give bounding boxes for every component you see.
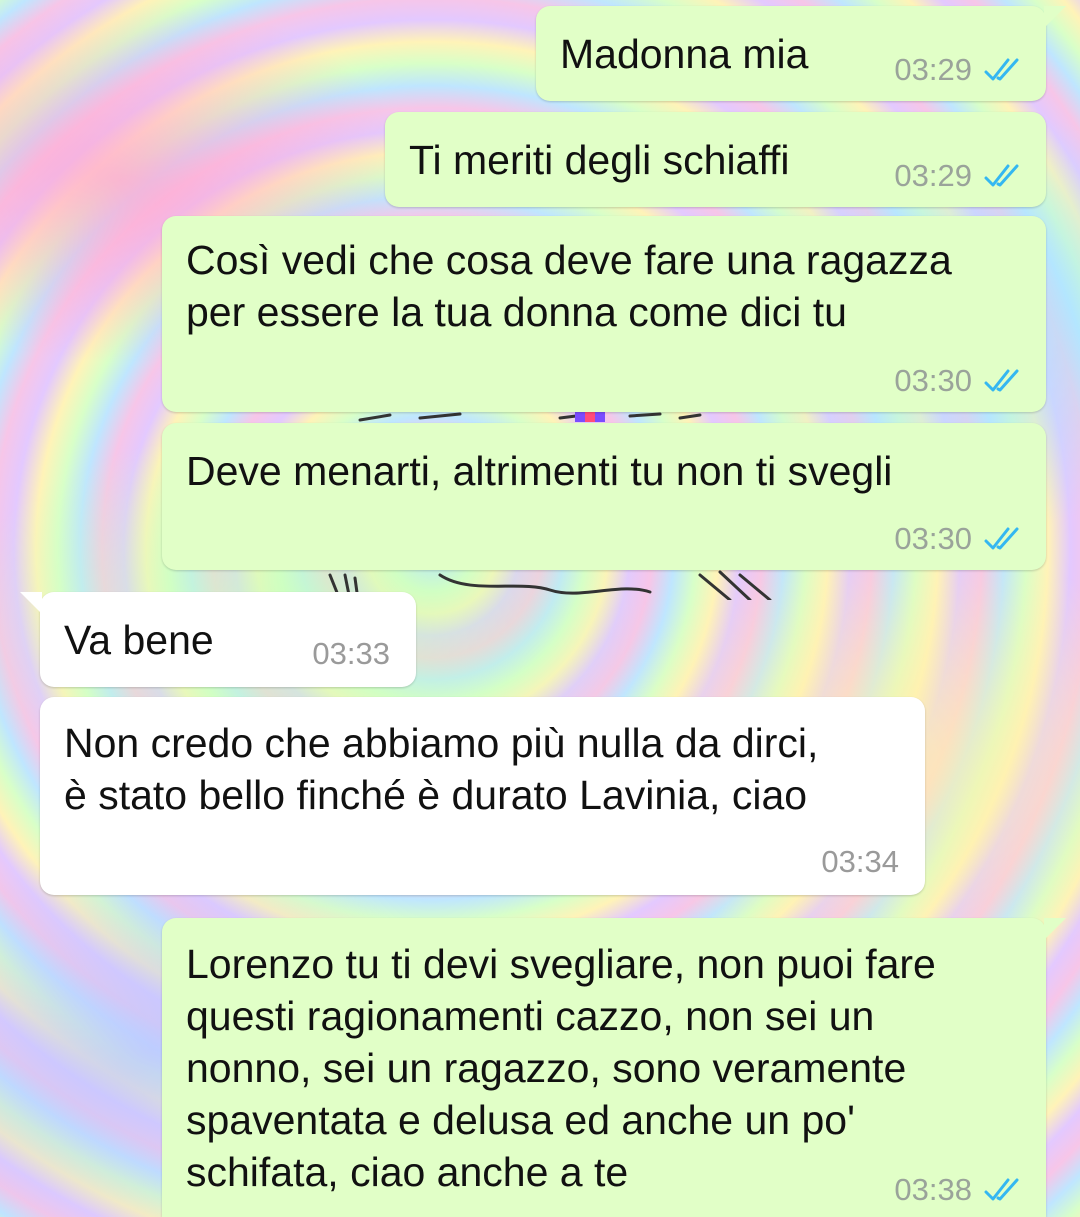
message-meta: 03:34 (821, 845, 899, 879)
message-text: Non credo che abbiamo più nulla da dirci… (64, 720, 819, 818)
double-check-icon (984, 369, 1019, 392)
message-text: Madonna mia (560, 31, 809, 77)
message-bubble-outgoing[interactable]: Ti meriti degli schiaffi 03:29 (385, 112, 1046, 207)
message-timestamp: 03:29 (894, 52, 972, 87)
message-bubble-incoming[interactable]: Va bene 03:33 (20, 592, 416, 687)
message-meta: 03:30 (894, 364, 1024, 398)
message-timestamp: 03:30 (894, 363, 972, 398)
message-text: Ti meriti degli schiaffi (409, 137, 790, 183)
message-timestamp: 03:30 (894, 521, 972, 556)
message-text: Deve menarti, altrimenti tu non ti svegl… (186, 448, 893, 494)
message-meta: 03:30 (894, 522, 1024, 556)
double-check-icon (984, 58, 1019, 81)
double-check-icon (984, 164, 1019, 187)
message-timestamp: 03:33 (312, 636, 390, 671)
message-timestamp: 03:34 (821, 844, 899, 879)
message-text: Così vedi che cosa deve fare una ragazza… (186, 237, 952, 335)
message-bubble-outgoing[interactable]: Lorenzo tu ti devi svegliare, non puoi f… (162, 918, 1066, 1217)
message-bubble-incoming[interactable]: Non credo che abbiamo più nulla da dirci… (40, 697, 925, 895)
double-check-icon (984, 527, 1019, 550)
message-text: Va bene (64, 617, 214, 663)
message-bubble-outgoing[interactable]: Madonna mia 03:29 (536, 6, 1066, 101)
message-meta: 03:29 (894, 53, 1024, 87)
message-meta: 03:38 (894, 1173, 1024, 1207)
message-meta: 03:33 (312, 637, 390, 671)
message-timestamp: 03:29 (894, 158, 972, 193)
message-text: Lorenzo tu ti devi svegliare, non puoi f… (186, 941, 936, 1195)
message-meta: 03:29 (894, 159, 1024, 193)
message-timestamp: 03:38 (894, 1172, 972, 1207)
message-bubble-outgoing[interactable]: Così vedi che cosa deve fare una ragazza… (162, 216, 1046, 412)
message-bubble-outgoing[interactable]: Deve menarti, altrimenti tu non ti svegl… (162, 423, 1046, 570)
double-check-icon (984, 1178, 1019, 1201)
